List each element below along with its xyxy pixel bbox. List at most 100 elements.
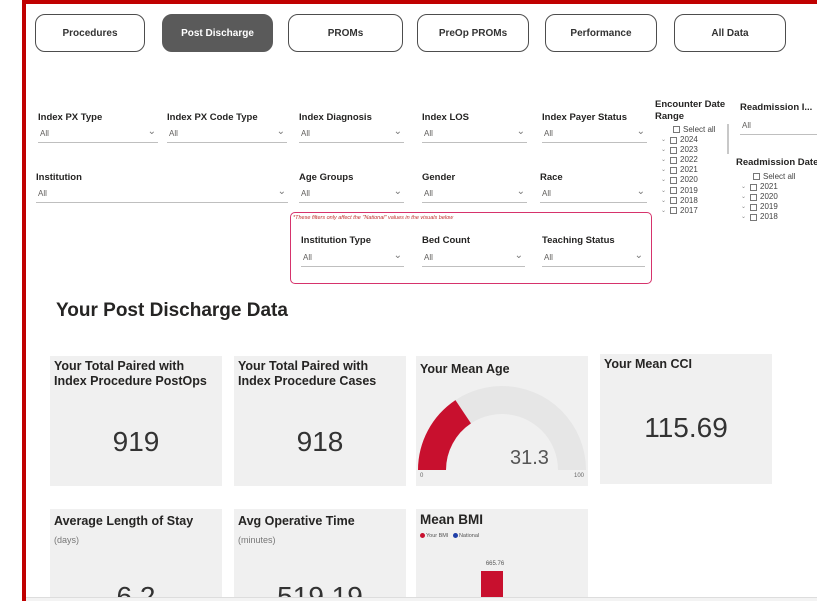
card-avg-op-time: Avg Operative Time (minutes) 519.19: [234, 509, 406, 601]
year-item[interactable]: ⌄ 2019: [661, 186, 715, 196]
chevron-down-icon: ⌄: [516, 186, 525, 197]
chevron-down-icon: ⌄: [514, 250, 523, 261]
checkbox-icon[interactable]: [750, 213, 757, 221]
chevron-down-icon: ⌄: [277, 186, 286, 197]
year-item[interactable]: ⌄ 2018: [661, 196, 715, 206]
index-payer-status-dropdown[interactable]: All ⌄: [542, 126, 647, 143]
chevron-down-icon[interactable]: ⌄: [661, 175, 668, 185]
institution-dropdown[interactable]: All ⌄: [36, 186, 288, 203]
chevron-down-icon[interactable]: ⌄: [661, 145, 668, 155]
checkbox-icon[interactable]: [670, 207, 677, 215]
year-item[interactable]: ⌄ 2017: [661, 206, 715, 216]
chevron-down-icon: ⌄: [516, 126, 525, 137]
tab-proms[interactable]: PROMs: [288, 14, 403, 52]
year-item[interactable]: ⌄ 2021: [661, 165, 715, 175]
filter-label-gender: Gender: [422, 172, 456, 183]
dropdown-value: All: [544, 129, 553, 138]
checkbox-icon[interactable]: [750, 183, 757, 191]
year-item[interactable]: ⌄ 2020: [661, 175, 715, 185]
year-item[interactable]: ⌄ 2023: [661, 145, 715, 155]
bottom-scrollbar[interactable]: [26, 597, 817, 601]
tab-procedures[interactable]: Procedures: [35, 14, 145, 52]
chevron-down-icon[interactable]: ⌄: [741, 192, 748, 202]
checkbox-icon[interactable]: [670, 136, 677, 144]
index-diagnosis-dropdown[interactable]: All ⌄: [299, 126, 404, 143]
checkbox-icon[interactable]: [670, 146, 677, 154]
index-px-code-type-dropdown[interactable]: All ⌄: [167, 126, 287, 143]
checkbox-icon[interactable]: [670, 156, 677, 164]
card-title: Mean BMI: [420, 512, 484, 527]
year-label: 2017: [680, 205, 698, 215]
chevron-down-icon[interactable]: ⌄: [661, 165, 668, 175]
institution-type-dropdown[interactable]: All ⌄: [301, 250, 404, 267]
dropdown-value: All: [40, 129, 49, 138]
tab-all-data[interactable]: All Data: [674, 14, 786, 52]
chevron-down-icon[interactable]: ⌄: [661, 196, 668, 206]
tab-preop-proms[interactable]: PreOp PROMs: [417, 14, 529, 52]
chevron-down-icon[interactable]: ⌄: [741, 182, 748, 192]
chevron-down-icon[interactable]: ⌄: [741, 212, 748, 222]
checkbox-icon[interactable]: [670, 176, 677, 184]
chevron-down-icon[interactable]: ⌄: [661, 155, 668, 165]
year-item[interactable]: ⌄ 2018: [741, 212, 795, 222]
year-item[interactable]: ⌄ 2020: [741, 192, 795, 202]
encounter-date-range-list: Select all ⌄ 2024 ⌄ 2023 ⌄ 2022 ⌄ 2021 ⌄ 2020…: [661, 125, 715, 216]
card-mean-bmi: Mean BMI Your BMI National 665.76: [416, 509, 588, 601]
dropdown-value: All: [38, 189, 47, 198]
legend-your-label: Your BMI: [426, 533, 449, 539]
readmission-i-dropdown[interactable]: All⌄: [740, 118, 817, 135]
select-all-item[interactable]: Select all: [753, 172, 795, 182]
year-item[interactable]: ⌄ 2019: [741, 202, 795, 212]
card-subtitle: (minutes): [238, 535, 276, 545]
dropdown-value: All: [424, 129, 433, 138]
national-filters-box: [290, 212, 652, 284]
checkbox-icon[interactable]: [750, 193, 757, 201]
year-label: 2020: [680, 175, 698, 185]
gauge-max-label: 100: [574, 473, 585, 479]
gender-dropdown[interactable]: All ⌄: [422, 186, 527, 203]
encounter-date-scrollbar[interactable]: [727, 124, 729, 154]
page-title: Your Post Discharge Data: [56, 300, 288, 321]
year-item[interactable]: ⌄ 2022: [661, 155, 715, 165]
card-value: 115.69: [644, 412, 728, 443]
encounter-date-range-title-line1: Encounter Date: [655, 99, 726, 110]
card-title: Average Length of Stay: [54, 514, 194, 528]
tab-performance[interactable]: Performance: [545, 14, 657, 52]
card-title-line1: Your Total Paired with: [54, 359, 185, 373]
chevron-down-icon: ⌄: [634, 250, 643, 261]
year-item[interactable]: ⌄ 2024: [661, 135, 715, 145]
teaching-status-dropdown[interactable]: All ⌄: [542, 250, 645, 267]
race-dropdown[interactable]: All ⌄: [540, 186, 647, 203]
tab-post-discharge[interactable]: Post Discharge: [162, 14, 273, 52]
year-item[interactable]: ⌄ 2021: [741, 182, 795, 192]
checkbox-icon[interactable]: [673, 126, 680, 134]
year-label: 2023: [680, 145, 698, 155]
filter-label-index-px-code-type: Index PX Code Type: [167, 112, 258, 123]
index-los-dropdown[interactable]: All ⌄: [422, 126, 527, 143]
checkbox-icon[interactable]: [670, 187, 677, 195]
filter-label-index-px-type: Index PX Type: [38, 112, 103, 123]
year-label: 2021: [680, 165, 698, 175]
index-px-type-dropdown[interactable]: All ⌄: [38, 126, 158, 143]
checkbox-icon[interactable]: [670, 166, 677, 174]
checkbox-icon[interactable]: [753, 173, 760, 181]
age-gauge: 31.3 0 100: [418, 386, 586, 479]
year-label: 2024: [680, 135, 698, 145]
chevron-down-icon[interactable]: ⌄: [741, 202, 748, 212]
age-groups-dropdown[interactable]: All ⌄: [299, 186, 404, 203]
chevron-down-icon[interactable]: ⌄: [661, 135, 668, 145]
year-label: 2022: [680, 155, 698, 165]
year-label: 2018: [680, 195, 698, 205]
select-all-item[interactable]: Select all: [673, 125, 715, 135]
bed-count-dropdown[interactable]: All ⌄: [422, 250, 525, 267]
chevron-down-icon[interactable]: ⌄: [661, 206, 668, 216]
dropdown-value: All: [301, 129, 310, 138]
year-label: 2020: [760, 192, 778, 202]
dropdown-value: All: [424, 189, 433, 198]
chevron-down-icon[interactable]: ⌄: [661, 186, 668, 196]
year-label: 2018: [760, 212, 778, 222]
checkbox-icon[interactable]: [750, 203, 757, 211]
checkbox-icon[interactable]: [670, 197, 677, 205]
dropdown-value: All: [303, 253, 312, 262]
dropdown-value: All: [424, 253, 433, 262]
